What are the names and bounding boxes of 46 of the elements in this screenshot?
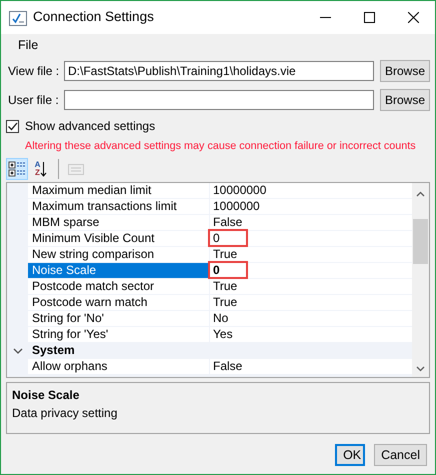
field-label: View file : xyxy=(8,62,60,80)
down-arrow-icon xyxy=(40,160,48,178)
maximize-icon xyxy=(364,12,374,23)
input-field[interactable] xyxy=(64,90,374,110)
scroll-up-icon[interactable] xyxy=(416,191,425,197)
categorized-view-icon[interactable] xyxy=(6,158,28,180)
property-value[interactable]: False xyxy=(213,359,242,373)
scrollbar-thumb[interactable] xyxy=(413,219,428,264)
property-value[interactable]: Yes xyxy=(213,327,233,341)
input-field[interactable]: D:\FastStats\Publish\Training1\holidays.vie xyxy=(64,60,374,80)
collapse-icon[interactable] xyxy=(12,347,22,355)
property-value[interactable]: 0 xyxy=(213,231,220,245)
property-name[interactable]: Postcode warn match xyxy=(28,295,210,311)
cancel-button[interactable]: Cancel xyxy=(374,444,427,466)
browse-button[interactable]: Browse xyxy=(380,88,430,110)
warning-text: Altering these advanced settings may cause connection failure or incorrect counts xyxy=(24,139,417,154)
close-icon xyxy=(408,12,418,23)
menu-item[interactable]: File xyxy=(11,36,46,54)
property-name[interactable]: Minimum Visible Count xyxy=(28,231,210,247)
property-value[interactable]: 0 xyxy=(213,263,220,277)
field-label: User file : xyxy=(8,92,60,108)
property-value[interactable]: True xyxy=(213,247,238,261)
property-name[interactable]: Noise Scale xyxy=(28,263,210,279)
property-value[interactable]: True xyxy=(213,279,238,293)
scroll-down-icon[interactable] xyxy=(416,366,425,372)
property-name[interactable]: Postcode match sector xyxy=(28,279,210,295)
checkbox[interactable] xyxy=(6,120,19,132)
browse-button[interactable]: Browse xyxy=(380,60,430,82)
scrollbar[interactable] xyxy=(412,183,429,377)
property-name[interactable]: MBM sparse xyxy=(28,215,210,231)
property-name[interactable]: New string comparison xyxy=(28,247,210,263)
property-name[interactable]: Maximum transactions limit xyxy=(28,199,210,215)
property-name[interactable]: String for 'No' xyxy=(28,311,210,327)
window-title: Connection Settings xyxy=(33,8,154,26)
description-text: Data privacy setting xyxy=(12,405,118,422)
property-name[interactable]: String for 'Yes' xyxy=(28,327,210,343)
app-icon xyxy=(9,10,27,26)
description-title: Noise Scale xyxy=(12,387,80,404)
property-value[interactable]: False xyxy=(213,215,242,229)
checkbox-label: Show advanced settings xyxy=(25,118,156,135)
ok-button[interactable]: OK xyxy=(335,444,366,466)
property-value[interactable]: True xyxy=(213,295,238,309)
sort-button[interactable]: A Z xyxy=(30,158,52,180)
property-name[interactable]: Maximum median limit xyxy=(28,183,210,199)
property-value[interactable]: No xyxy=(213,311,228,325)
property-name[interactable]: Allow orphans xyxy=(28,359,210,375)
